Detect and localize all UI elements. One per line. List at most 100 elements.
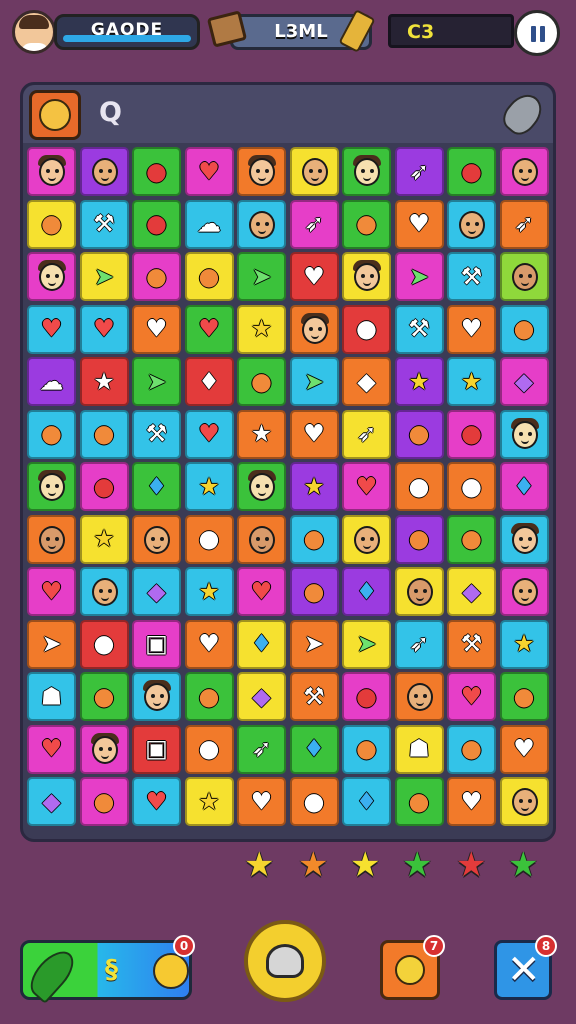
tile-cloud[interactable]: ☁ <box>27 357 76 406</box>
tile-star[interactable]: ★ <box>184 777 234 826</box>
tile-face[interactable] <box>394 672 444 721</box>
tile-face[interactable] <box>79 567 129 616</box>
tile-face[interactable] <box>237 199 286 249</box>
tile-sword[interactable]: ➶ <box>237 724 286 774</box>
tile-blob[interactable]: ● <box>394 409 444 459</box>
tile-leaf[interactable]: ➤ <box>289 619 339 669</box>
tile-face[interactable] <box>289 304 339 354</box>
tile-axe[interactable]: ⚒ <box>79 199 129 249</box>
tile-heart[interactable]: ♥ <box>132 304 181 354</box>
tile-face[interactable] <box>132 514 181 564</box>
tile-drop[interactable]: ♦ <box>184 357 234 406</box>
tile-face[interactable] <box>499 409 549 459</box>
tile-apple[interactable]: ● <box>342 672 391 721</box>
tile-face[interactable] <box>27 147 76 196</box>
tile-blob[interactable]: ● <box>499 672 549 721</box>
tile-gem[interactable]: ◆ <box>27 777 76 826</box>
tile-apple[interactable]: ● <box>132 199 181 249</box>
tile-face[interactable] <box>394 567 444 616</box>
tile-apple[interactable]: ● <box>132 147 181 196</box>
tile-axe[interactable]: ⚒ <box>447 252 496 301</box>
tile-apple[interactable]: ● <box>184 724 234 774</box>
tile-leaf[interactable]: ➤ <box>342 619 391 669</box>
tile-blob[interactable]: ● <box>237 357 286 406</box>
tile-blob[interactable]: ● <box>289 567 339 616</box>
tile-blob[interactable]: ● <box>79 409 129 459</box>
tile-star[interactable]: ★ <box>237 409 286 459</box>
tile-leaf[interactable]: ➤ <box>132 357 181 406</box>
tile-face[interactable] <box>237 514 286 564</box>
tile-face[interactable] <box>27 514 76 564</box>
tile-box[interactable]: ▣ <box>132 724 181 774</box>
tile-face[interactable] <box>342 252 391 301</box>
bomb-button[interactable]: 7 <box>380 935 445 1000</box>
helmet-power-button[interactable] <box>244 920 326 1002</box>
tile-face[interactable] <box>499 777 549 826</box>
tile-drop[interactable]: ♦ <box>237 619 286 669</box>
tile-heart[interactable]: ♥ <box>184 147 234 196</box>
tile-heart[interactable]: ♥ <box>237 777 286 826</box>
tile-star[interactable]: ★ <box>79 514 129 564</box>
tile-star[interactable]: ★ <box>394 357 444 406</box>
player-avatar[interactable] <box>12 10 56 54</box>
tile-gem[interactable]: ◆ <box>237 672 286 721</box>
tile-star[interactable]: ★ <box>184 567 234 616</box>
tile-gem[interactable]: ◆ <box>447 567 496 616</box>
tile-ghost[interactable]: ☗ <box>394 724 444 774</box>
tile-axe[interactable]: ⚒ <box>447 619 496 669</box>
tile-face[interactable] <box>499 252 549 301</box>
tile-heart[interactable]: ♥ <box>289 252 339 301</box>
tile-blob[interactable]: ● <box>394 514 444 564</box>
tile-star[interactable]: ★ <box>289 462 339 511</box>
tile-heart[interactable]: ♥ <box>289 409 339 459</box>
tile-box[interactable]: ▣ <box>132 619 181 669</box>
tile-face[interactable] <box>79 147 129 196</box>
tile-drop[interactable]: ♦ <box>342 567 391 616</box>
tile-heart[interactable]: ♥ <box>447 672 496 721</box>
tile-face[interactable] <box>132 672 181 721</box>
tile-axe[interactable]: ⚒ <box>289 672 339 721</box>
tile-heart[interactable]: ♥ <box>184 409 234 459</box>
tile-heart[interactable]: ♥ <box>394 199 444 249</box>
tile-heart[interactable]: ♥ <box>342 462 391 511</box>
tile-cloud[interactable]: ☁ <box>184 199 234 249</box>
coin-button[interactable] <box>29 90 81 140</box>
tile-blob[interactable]: ● <box>342 199 391 249</box>
tile-sword[interactable]: ➶ <box>394 147 444 196</box>
tile-gem[interactable]: ◆ <box>499 357 549 406</box>
tile-heart[interactable]: ♥ <box>27 304 76 354</box>
tile-leaf[interactable]: ➤ <box>394 252 444 301</box>
tile-blob[interactable]: ● <box>447 724 496 774</box>
tile-face[interactable] <box>342 147 391 196</box>
tile-star[interactable]: ★ <box>79 357 129 406</box>
tile-sword[interactable]: ➶ <box>289 199 339 249</box>
tile-blob[interactable]: ● <box>184 252 234 301</box>
tile-blob[interactable]: ● <box>394 777 444 826</box>
tile-drop[interactable]: ♦ <box>342 777 391 826</box>
tile-blob[interactable]: ● <box>79 672 129 721</box>
tile-star[interactable]: ★ <box>184 462 234 511</box>
tile-gem[interactable]: ◆ <box>342 357 391 406</box>
tile-blob[interactable]: ● <box>79 619 129 669</box>
tile-leaf[interactable]: ➤ <box>289 357 339 406</box>
tile-heart[interactable]: ♥ <box>447 304 496 354</box>
tile-star[interactable]: ★ <box>447 357 496 406</box>
tile-drop[interactable]: ♦ <box>499 462 549 511</box>
pause-button[interactable] <box>514 10 560 56</box>
tile-heart[interactable]: ♥ <box>184 619 234 669</box>
tile-star[interactable]: ★ <box>237 304 286 354</box>
tile-leaf[interactable]: ➤ <box>27 619 76 669</box>
tile-apple[interactable]: ● <box>79 462 129 511</box>
tile-blob[interactable]: ● <box>27 409 76 459</box>
tile-leaf[interactable]: ➤ <box>79 252 129 301</box>
tile-axe[interactable]: ⚒ <box>132 409 181 459</box>
tile-blob[interactable]: ● <box>27 199 76 249</box>
tile-blob[interactable]: ● <box>447 514 496 564</box>
tile-ghost[interactable]: ☗ <box>27 672 76 721</box>
tile-face[interactable] <box>237 462 286 511</box>
tile-heart[interactable]: ♥ <box>237 567 286 616</box>
tile-heart[interactable]: ♥ <box>447 777 496 826</box>
tile-heart[interactable]: ♥ <box>132 777 181 826</box>
tile-blob[interactable]: ● <box>289 777 339 826</box>
tile-blob[interactable]: ● <box>79 777 129 826</box>
